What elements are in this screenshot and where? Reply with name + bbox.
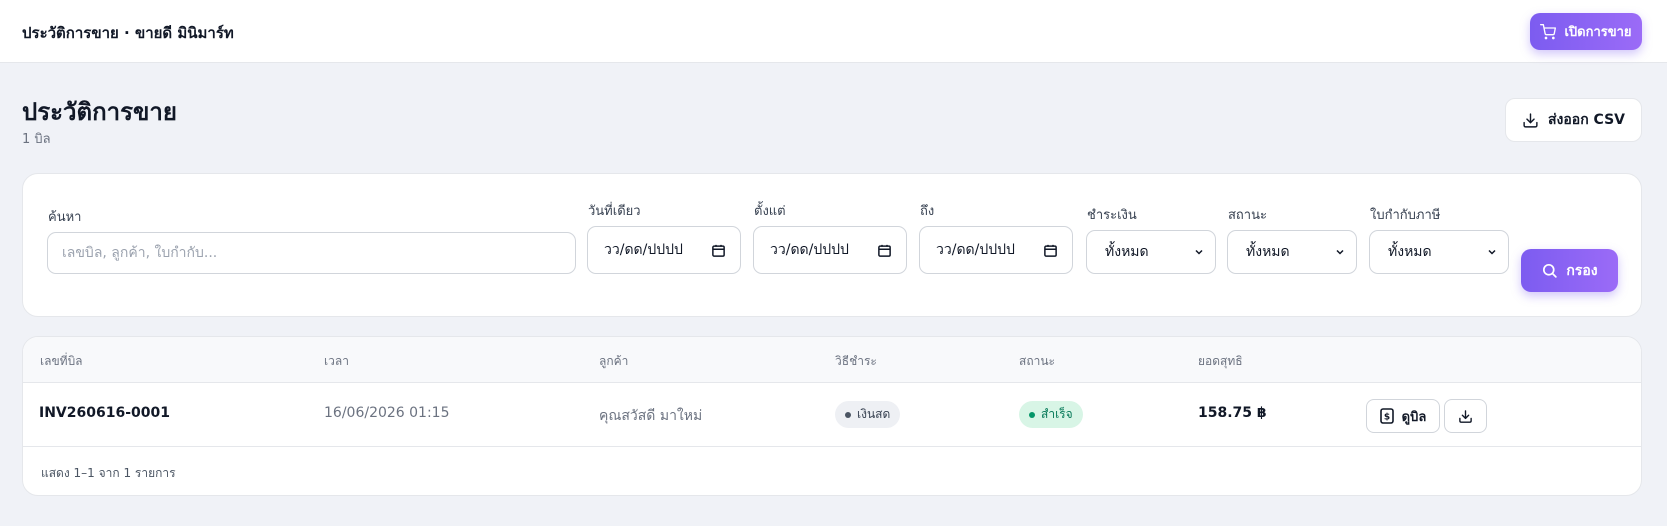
column-header-time: เวลา — [324, 354, 349, 368]
from-date-label: ตั้งแต่ — [754, 204, 786, 219]
view-bill-label: ดูบิล — [1401, 409, 1427, 425]
from-date-value: วว/ดด/ปปปป — [770, 242, 849, 258]
sale-time: 16/06/2026 01:15 — [324, 405, 450, 421]
status-badge: สำเร็จ — [1019, 401, 1083, 428]
status-text: สำเร็จ — [1041, 407, 1073, 421]
filter-label: กรอง — [1566, 262, 1598, 279]
to-date-label: ถึง — [920, 204, 935, 219]
invoice-number: INV260616-0001 — [39, 405, 170, 421]
download-bill-button[interactable] — [1444, 399, 1487, 433]
tax-invoice-select[interactable]: ทั้งหมด — [1369, 230, 1509, 274]
export-csv-label: ส่งออก CSV — [1548, 112, 1625, 128]
status-label: สถานะ — [1228, 208, 1267, 223]
payment-method: เงินสด — [857, 407, 891, 421]
filter-panel: ค้นหา เลขบิล, ลูกค้า, ใบกำกับ... วันที่เ… — [22, 173, 1642, 317]
net-total: 158.75 ฿ — [1198, 405, 1267, 421]
tax-invoice-value: ทั้งหมด — [1388, 244, 1432, 260]
calendar-icon[interactable] — [711, 243, 726, 258]
chevron-down-icon — [1486, 246, 1498, 258]
from-date-input[interactable]: วว/ดด/ปปปป — [753, 226, 907, 274]
status-value: ทั้งหมด — [1246, 244, 1290, 260]
receipt-icon: $ — [1379, 408, 1394, 424]
table-row[interactable]: INV260616-0001 16/06/2026 01:15 คุณสวัสด… — [23, 383, 1641, 447]
page-title: ประวัติการขาย — [22, 98, 177, 126]
calendar-icon[interactable] — [877, 243, 892, 258]
search-placeholder: เลขบิล, ลูกค้า, ใบกำกับ... — [62, 245, 218, 261]
single-date-label: วันที่เดียว — [588, 204, 641, 219]
column-header-total: ยอดสุทธิ — [1198, 354, 1243, 368]
download-icon — [1522, 112, 1539, 129]
top-bar: ประวัติการขาย · ขายดี มินิมาร์ท เปิดการข… — [0, 0, 1667, 63]
cart-icon — [1540, 23, 1557, 40]
customer-name: คุณสวัสดี มาใหม่ — [599, 408, 703, 424]
export-csv-button[interactable]: ส่งออก CSV — [1505, 98, 1642, 142]
search-icon — [1541, 262, 1558, 279]
open-sale-button[interactable]: เปิดการขาย — [1530, 13, 1642, 50]
payment-select[interactable]: ทั้งหมด — [1086, 230, 1216, 274]
single-date-value: วว/ดด/ปปปป — [604, 242, 683, 258]
to-date-value: วว/ดด/ปปปป — [936, 242, 1015, 258]
view-bill-button[interactable]: $ ดูบิล — [1366, 399, 1440, 433]
calendar-icon[interactable] — [1043, 243, 1058, 258]
filter-button[interactable]: กรอง — [1521, 249, 1618, 292]
payment-value: ทั้งหมด — [1105, 244, 1149, 260]
column-header-invoice: เลขที่บิล — [40, 354, 83, 368]
open-sale-label: เปิดการขาย — [1564, 25, 1632, 40]
payment-label: ชำระเงิน — [1087, 208, 1137, 223]
column-header-customer: ลูกค้า — [599, 354, 629, 368]
pagination-summary: แสดง 1–1 จาก 1 รายการ — [41, 466, 176, 480]
status-dot — [845, 411, 851, 418]
column-header-status: สถานะ — [1019, 354, 1055, 368]
svg-text:$: $ — [1384, 413, 1390, 423]
sales-table: เลขที่บิล เวลา ลูกค้า วิธีชำระ สถานะ ยอด… — [22, 336, 1642, 496]
payment-badge: เงินสด — [835, 401, 901, 428]
status-select[interactable]: ทั้งหมด — [1227, 230, 1357, 274]
single-date-input[interactable]: วว/ดด/ปปปป — [587, 226, 741, 274]
chevron-down-icon — [1193, 246, 1205, 258]
tax-invoice-label: ใบกำกับภาษี — [1370, 208, 1441, 223]
to-date-input[interactable]: วว/ดด/ปปปป — [919, 226, 1073, 274]
download-icon — [1458, 409, 1473, 424]
app-title: ประวัติการขาย · ขายดี มินิมาร์ท — [22, 24, 234, 42]
search-input[interactable]: เลขบิล, ลูกค้า, ใบกำกับ... — [47, 232, 576, 274]
chevron-down-icon — [1334, 246, 1346, 258]
status-dot — [1029, 411, 1035, 418]
column-header-payment: วิธีชำระ — [835, 354, 877, 368]
bill-count: 1 บิล — [22, 132, 51, 147]
table-header: เลขที่บิล เวลา ลูกค้า วิธีชำระ สถานะ ยอด… — [23, 337, 1641, 383]
search-label: ค้นหา — [48, 210, 82, 225]
